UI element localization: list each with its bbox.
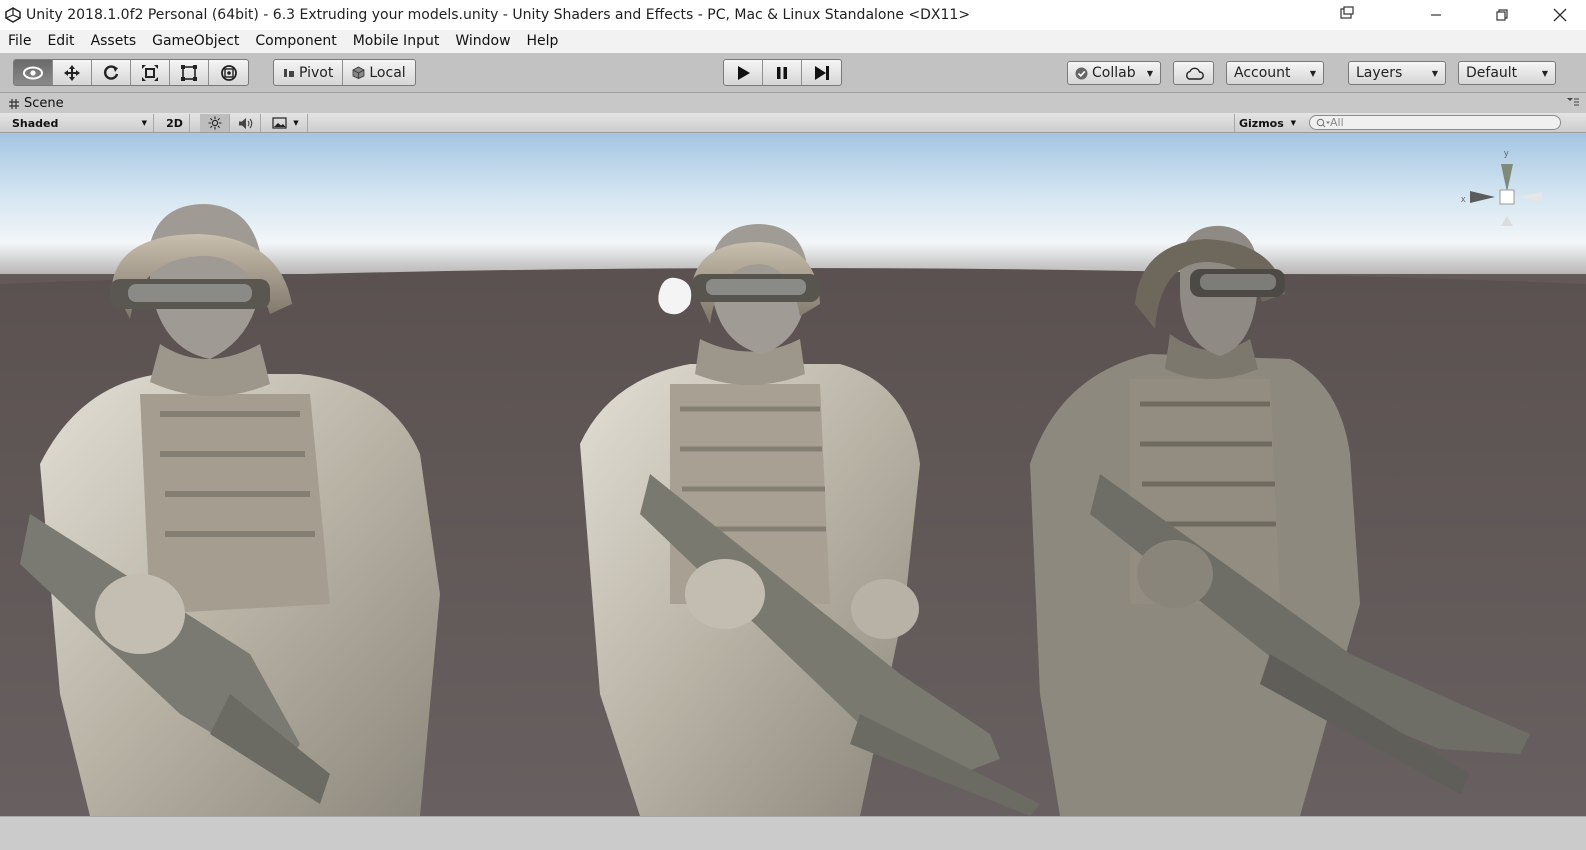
cloud-button[interactable] <box>1173 61 1214 85</box>
chevron-down-icon: ▼ <box>1309 68 1316 78</box>
menu-gameobject[interactable]: GameObject <box>144 30 247 53</box>
chevron-down-icon: ▼ <box>1541 68 1548 78</box>
collab-label: Collab <box>1092 65 1136 81</box>
mode-2d-label: 2D <box>166 116 183 130</box>
account-dropdown[interactable]: Account ▼ <box>1226 61 1324 85</box>
menu-mobile-input[interactable]: Mobile Input <box>345 30 448 53</box>
window-titlebar: Unity 2018.1.0f2 Personal (64bit) - 6.3 … <box>0 0 1586 30</box>
scene-toolbar: Shaded ▼ 2D ▼ Gizmos ▼ All <box>0 113 1586 133</box>
image-effects-icon <box>272 117 287 129</box>
search-placeholder: All <box>1330 116 1344 129</box>
search-icon <box>1316 118 1330 127</box>
hand-view-icon[interactable] <box>14 60 53 85</box>
local-cube-icon <box>352 66 365 79</box>
account-label: Account <box>1234 65 1291 81</box>
pivot-label: Pivot <box>299 64 334 81</box>
speaker-icon <box>238 117 252 129</box>
axis-y-label: y <box>1504 148 1509 158</box>
scene-tab-row: Scene <box>0 93 1586 113</box>
scene-grid-icon <box>9 98 19 109</box>
move-icon[interactable] <box>53 60 92 85</box>
chevron-down-icon: ▼ <box>141 119 147 127</box>
layout-label: Default <box>1466 65 1518 81</box>
scene-search-input[interactable]: All <box>1309 115 1561 130</box>
window-snap-icon[interactable] <box>1340 6 1354 25</box>
chevron-down-icon: ▼ <box>293 119 299 127</box>
lighting-toggle[interactable] <box>200 114 230 132</box>
layers-dropdown[interactable]: Layers ▼ <box>1348 61 1446 85</box>
layout-dropdown[interactable]: Default ▼ <box>1458 61 1556 85</box>
status-bar <box>0 816 1586 850</box>
main-toolbar: Pivot Local Collab ▼ Account ▼ Layers ▼ … <box>0 53 1586 93</box>
menu-assets[interactable]: Assets <box>83 30 145 53</box>
rotate-icon[interactable] <box>92 60 131 85</box>
play-icon[interactable] <box>724 60 763 85</box>
axis-x-label: x <box>1461 194 1466 204</box>
pause-icon[interactable] <box>763 60 802 85</box>
rect-icon[interactable] <box>170 60 209 85</box>
sun-icon <box>208 116 221 130</box>
gizmos-dropdown[interactable]: Gizmos ▼ <box>1234 114 1300 132</box>
menu-window[interactable]: Window <box>447 30 518 53</box>
scene-tab-label: Scene <box>24 96 64 111</box>
gizmos-label: Gizmos <box>1239 116 1284 130</box>
menu-bar: File Edit Assets GameObject Component Mo… <box>0 30 1586 53</box>
menu-help[interactable]: Help <box>519 30 567 53</box>
shading-mode-dropdown[interactable]: Shaded ▼ <box>4 114 154 132</box>
step-icon[interactable] <box>802 60 841 85</box>
menu-edit[interactable]: Edit <box>39 30 82 53</box>
effects-dropdown[interactable]: ▼ <box>264 114 308 132</box>
pivot-button[interactable]: Pivot <box>274 60 344 85</box>
shading-mode-label: Shaded <box>12 116 59 130</box>
chevron-down-icon: ▼ <box>1146 68 1153 78</box>
window-title: Unity 2018.1.0f2 Personal (64bit) - 6.3 … <box>26 7 971 23</box>
scale-icon[interactable] <box>131 60 170 85</box>
chevron-down-icon: ▼ <box>1431 68 1438 78</box>
restore-icon[interactable] <box>1476 0 1528 30</box>
chevron-down-icon: ▼ <box>1290 119 1296 127</box>
layers-label: Layers <box>1356 65 1403 81</box>
tab-menu-icon[interactable] <box>1566 97 1580 109</box>
tab-scene[interactable]: Scene <box>8 94 64 113</box>
cloud-icon <box>1185 67 1204 80</box>
pivot-icon <box>284 68 294 77</box>
pivot-local-group: Pivot Local <box>273 59 416 86</box>
local-button[interactable]: Local <box>343 60 414 85</box>
unity-logo-icon <box>4 6 22 24</box>
transform-tools <box>13 59 249 86</box>
minimize-icon[interactable] <box>1410 0 1462 30</box>
collab-check-icon <box>1075 67 1088 79</box>
local-label: Local <box>369 64 406 81</box>
menu-file[interactable]: File <box>0 30 39 53</box>
play-controls <box>723 59 842 86</box>
close-icon[interactable] <box>1534 0 1586 30</box>
audio-toggle[interactable] <box>231 114 261 132</box>
toggle-2d-button[interactable]: 2D <box>160 114 190 132</box>
scene-viewport[interactable]: y x <box>0 134 1586 816</box>
menu-component[interactable]: Component <box>247 30 344 53</box>
collab-dropdown[interactable]: Collab ▼ <box>1067 61 1161 85</box>
transform-all-icon[interactable] <box>209 60 248 85</box>
